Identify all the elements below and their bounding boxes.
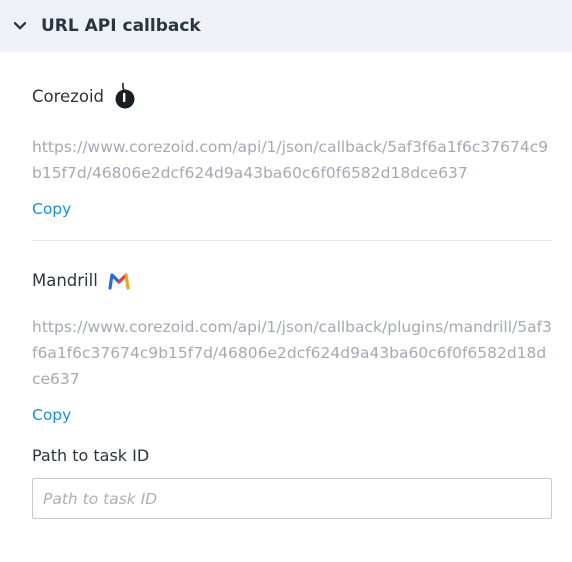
corezoid-label: Corezoid: [32, 86, 105, 106]
mandrill-label: Mandrill: [32, 271, 98, 290]
corezoid-callback-url: https://www.corezoid.com/api/1/json/call…: [32, 138, 549, 182]
mandrill-callback-url: https://www.corezoid.com/api/1/json/call…: [32, 318, 552, 388]
section-header[interactable]: URL API callback: [0, 0, 572, 52]
path-to-task-label: Path to task ID: [32, 446, 150, 465]
corezoid-copy-link[interactable]: Copy: [32, 200, 71, 218]
section-title: URL API callback: [41, 16, 201, 36]
corezoid-logo-icon: [114, 82, 136, 110]
mandrill-logo-icon: [108, 272, 130, 290]
mandrill-provider: Mandrill: [32, 271, 552, 290]
corezoid-provider: Corezoid: [32, 82, 552, 110]
divider: [32, 240, 552, 241]
chevron-down-icon[interactable]: [13, 19, 27, 33]
callback-panel: Corezoid https://www.corezoid.com/api/1/…: [0, 82, 572, 519]
path-to-task-input[interactable]: [32, 478, 552, 519]
mandrill-copy-link[interactable]: Copy: [32, 406, 71, 424]
